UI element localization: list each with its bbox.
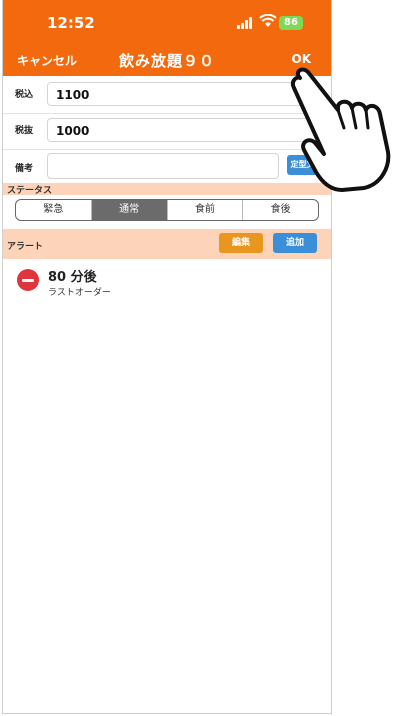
status-segmented-control: 緊急 通常 食前 食後 <box>15 199 319 221</box>
delete-minus-icon[interactable] <box>17 269 39 291</box>
status-option-normal[interactable]: 通常 <box>91 200 168 220</box>
tax-excluded-row: 税抜 1000 <box>3 113 331 150</box>
list-item[interactable]: 80 分後 ラストオーダー <box>3 258 331 298</box>
battery-icon: 86 <box>279 16 303 30</box>
alert-description: ラストオーダー <box>48 288 111 298</box>
tax-included-input[interactable]: 1100 <box>47 82 319 106</box>
status-section-header: ステータス <box>3 183 331 196</box>
nav-bar: キャンセル 飲み放題９０ OK <box>3 42 331 76</box>
status-time: 12:52 <box>47 14 95 32</box>
status-option-urgent[interactable]: 緊急 <box>16 200 92 220</box>
status-option-after-meal[interactable]: 食後 <box>243 200 318 220</box>
add-button[interactable]: 追加 <box>273 233 317 253</box>
pointing-hand-icon <box>290 67 391 192</box>
signal-icon <box>237 17 255 29</box>
note-row: 備考 定型文 <box>3 149 331 186</box>
alert-section-label: アラート <box>7 242 44 252</box>
edit-button[interactable]: 編集 <box>219 233 263 253</box>
alert-time: 80 分後 <box>48 270 97 285</box>
alert-section-header: アラート 編集 追加 <box>3 229 331 259</box>
phone-screen: 12:52 86 キャンセル 飲み放題９０ OK 税込 1100 税抜 1000… <box>2 0 332 714</box>
status-bar: 12:52 86 <box>3 0 331 42</box>
note-input[interactable] <box>47 153 279 179</box>
status-section-label: ステータス <box>7 186 53 196</box>
tax-excluded-label: 税抜 <box>15 126 34 136</box>
tax-included-row: 税込 1100 <box>3 77 331 114</box>
tax-excluded-input[interactable]: 1000 <box>47 118 319 142</box>
page-title: 飲み放題９０ <box>118 52 215 70</box>
ok-button[interactable]: OK <box>292 52 312 66</box>
tax-included-label: 税込 <box>15 90 34 100</box>
wifi-icon <box>259 14 277 27</box>
note-label: 備考 <box>15 164 34 174</box>
status-option-before-meal[interactable]: 食前 <box>168 200 244 220</box>
